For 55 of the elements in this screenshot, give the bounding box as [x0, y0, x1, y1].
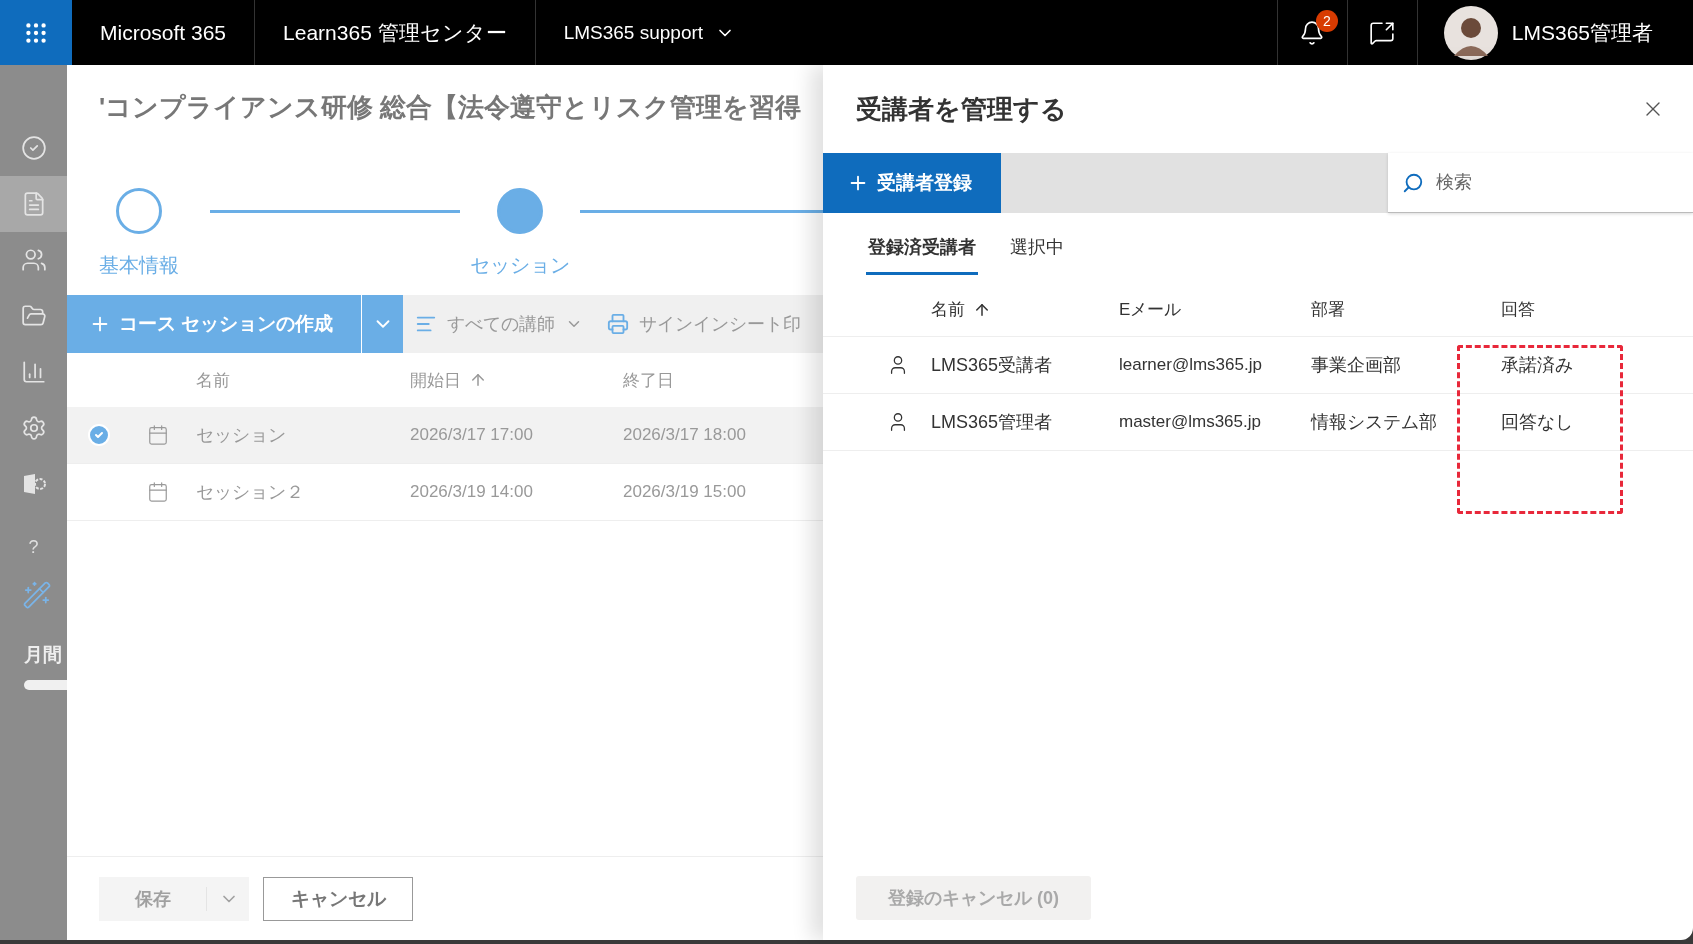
help-text[interactable]: ? — [0, 522, 67, 572]
search-icon — [1402, 171, 1424, 194]
start-date: 2026/3/19 14:00 — [410, 482, 533, 502]
column-header[interactable]: 終了日 — [623, 368, 674, 392]
section-title: Learn365 管理センター — [283, 19, 507, 46]
check-circle-icon — [20, 135, 47, 161]
folder-icon — [20, 303, 47, 329]
attendee-name: LMS365管理者 — [931, 411, 1053, 434]
step-label: セッション — [470, 253, 570, 278]
app-name: Microsoft 365 — [100, 20, 227, 45]
avatar-icon — [1443, 5, 1498, 60]
cancel-button[interactable]: キャンセル — [263, 876, 413, 921]
feedback-icon — [1369, 19, 1396, 46]
course-title: 'コンプライアンス研修 総合【法令遵守とリスク管理を習得 — [98, 91, 803, 124]
attendee-email: learner@lms365.jp — [1119, 355, 1262, 375]
step-label: 基本情報 — [98, 253, 179, 278]
notification-badge: 2 — [1315, 10, 1338, 32]
selected-check-icon — [87, 423, 111, 447]
attendee-response: 承諾済み — [1501, 354, 1573, 377]
start-date: 2026/3/17 17:00 — [410, 425, 533, 445]
attendee-name: LMS365受講者 — [931, 354, 1053, 377]
app-launcher-button[interactable] — [0, 0, 72, 65]
attendee-response: 回答なし — [1501, 411, 1573, 434]
people-icon — [20, 247, 47, 273]
add-attendee-button[interactable]: 受講者登録 — [823, 153, 1001, 213]
session-name: セッション２ — [196, 481, 304, 504]
attendee-email: master@lms365.jp — [1119, 412, 1261, 432]
column-header[interactable]: 部署 — [1311, 298, 1345, 321]
wand-icon — [22, 580, 52, 610]
column-header[interactable]: 名前 — [931, 298, 965, 321]
instructor-filter[interactable]: すべての講師 — [403, 312, 595, 336]
column-header[interactable]: 開始日 — [410, 368, 461, 392]
column-header[interactable]: Eメール — [1119, 298, 1182, 321]
attendee-department: 事業企画部 — [1311, 354, 1401, 377]
search-field[interactable]: 検索 — [1388, 153, 1693, 213]
calendar-icon — [147, 424, 169, 446]
session-row[interactable]: セッション２ 2026/3/19 14:00 2026/3/19 15:00 — [67, 464, 823, 521]
column-header[interactable]: 名前 — [196, 368, 230, 392]
bar-chart-icon — [20, 359, 47, 385]
attendee-department: 情報システム部 — [1311, 411, 1437, 434]
calendar-icon — [147, 481, 169, 503]
print-button[interactable]: サインインシート印 — [595, 312, 813, 336]
end-date: 2026/3/17 18:00 — [623, 425, 746, 445]
session-row[interactable]: セッション 2026/3/17 17:00 2026/3/17 18:00 — [67, 407, 823, 464]
settings-icon — [20, 415, 47, 441]
tab[interactable]: 選択中 — [1008, 231, 1066, 275]
printer-icon — [607, 313, 629, 335]
nav-item[interactable] — [0, 176, 67, 232]
session-name: セッション — [196, 424, 286, 447]
end-date: 2026/3/19 15:00 — [623, 482, 746, 502]
tab[interactable]: 登録済受講者 — [866, 231, 978, 275]
column-header[interactable]: 回答 — [1501, 298, 1535, 321]
usage-bar — [24, 680, 67, 690]
panel-title: 受講者を管理する — [856, 92, 1067, 126]
usage-label: 月間 — [23, 643, 63, 667]
